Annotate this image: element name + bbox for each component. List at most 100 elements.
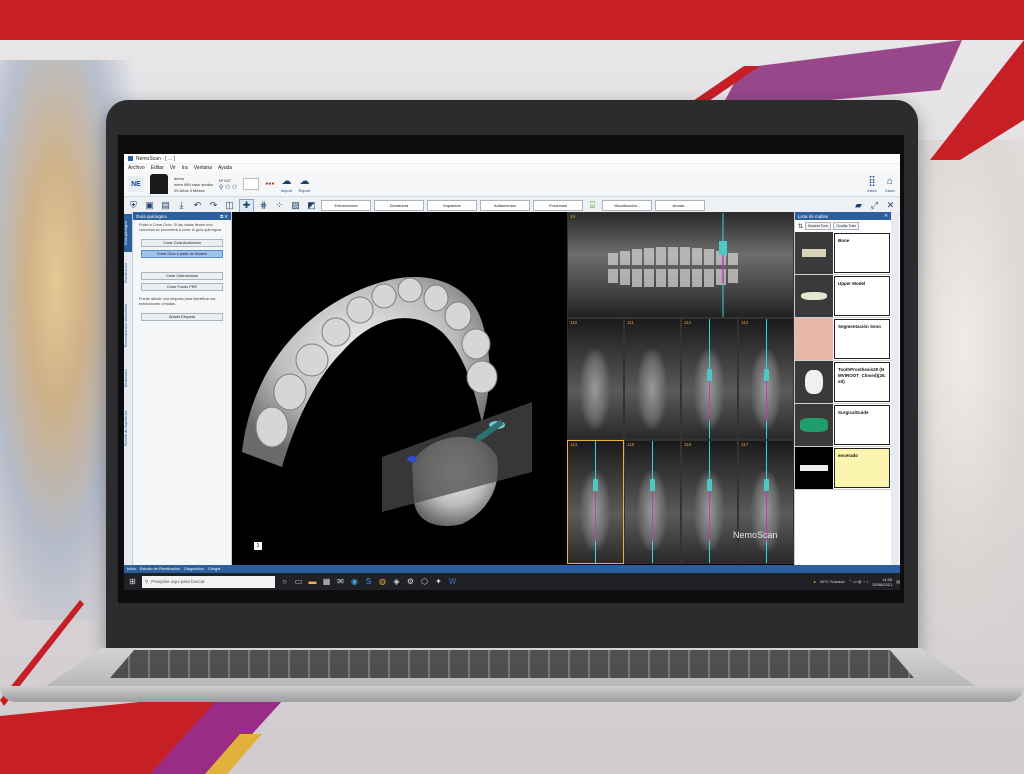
color-dots[interactable]: ●●● bbox=[265, 181, 274, 187]
app-icon-1[interactable]: ◈ bbox=[392, 577, 401, 586]
menu-ventana[interactable]: Ventana bbox=[194, 165, 212, 171]
notification-icon[interactable]: ▤ bbox=[896, 579, 900, 584]
home-button[interactable]: ⌂ Inicio bbox=[884, 176, 896, 193]
vtab-recorte[interactable]: Recorte de Superficies bbox=[124, 400, 132, 456]
crear-fundo-button[interactable]: Crear Fundo PRE bbox=[141, 283, 223, 291]
mesh-list-panel: Lista de mallas ✕ ⇅ Mostrar Todo Ocultar… bbox=[794, 212, 891, 565]
render-icon[interactable]: ◩ bbox=[305, 200, 318, 212]
app-icon-2[interactable]: ⬡ bbox=[420, 577, 429, 586]
panel-dock-icon[interactable]: ⧉ ✕ bbox=[220, 214, 228, 219]
panoramic-teeth bbox=[608, 213, 738, 317]
mesh-item-segmentacion[interactable]: Segmentación Seno bbox=[795, 318, 891, 361]
ribbon: NE demo mem 989 caso similar 29 Años 3 M… bbox=[124, 172, 900, 197]
crosshair-icon[interactable]: ✚ bbox=[239, 198, 254, 213]
vtab-guia[interactable]: Guía quirúrgica bbox=[124, 214, 132, 252]
undo-icon[interactable]: ↶ bbox=[191, 200, 204, 212]
mesh-label: Bone bbox=[834, 233, 890, 273]
bottom-tab-estudio[interactable]: Estudio de Planificación bbox=[140, 567, 180, 571]
show-all-button[interactable]: Mostrar Todo bbox=[805, 222, 832, 230]
export-button[interactable]: ☁ Export bbox=[298, 176, 311, 193]
mail-icon[interactable]: ✉ bbox=[336, 577, 345, 586]
slice-110[interactable]: 110 bbox=[567, 318, 624, 440]
import-button[interactable]: ☁ Import bbox=[280, 176, 292, 193]
app-icon-3[interactable]: ✦ bbox=[434, 577, 443, 586]
workflow-extracciones[interactable]: Extracciones bbox=[321, 200, 371, 211]
tray-icons[interactable]: ⌃ ▭ ◍ ◔ ♪ bbox=[849, 579, 868, 584]
slice-bone bbox=[637, 349, 667, 429]
slice-114[interactable]: 114 bbox=[567, 440, 624, 564]
hide-all-button[interactable]: Ocultar Todo bbox=[833, 222, 860, 230]
store-icon[interactable]: ▦ bbox=[322, 577, 331, 586]
chrome-icon[interactable]: ◍ bbox=[378, 577, 387, 586]
mesh-item-tooth-prosthesis[interactable]: ToothProsthesis29 (NMVIROOT_Closed)(26.s… bbox=[795, 361, 891, 404]
mesh-item-upper-model[interactable]: Upper Model bbox=[795, 275, 891, 318]
image-icon[interactable]: ▨ bbox=[289, 200, 302, 212]
basket-icon[interactable]: ⌺ bbox=[586, 200, 599, 212]
file-explorer-icon[interactable]: ▬ bbox=[308, 577, 317, 586]
export-image-icon[interactable]: ⤓ bbox=[175, 200, 188, 212]
slice-111[interactable]: 111 bbox=[624, 318, 681, 440]
points-icon[interactable]: ⁘ bbox=[273, 200, 286, 212]
implant-body bbox=[764, 369, 769, 381]
slice-112[interactable]: 112 bbox=[681, 318, 738, 440]
workflow-dentadura[interactable]: Dentadura bbox=[374, 200, 424, 211]
grid-menu-button[interactable]: ⣿ Inicio bbox=[866, 176, 878, 193]
panoramic-view[interactable]: 19 bbox=[567, 212, 794, 318]
visualizacion-button[interactable]: Visualización... bbox=[602, 200, 652, 211]
workflow-implantes[interactable]: Implantes bbox=[427, 200, 477, 211]
3d-viewport[interactable]: 1 bbox=[232, 212, 567, 565]
layout-icon[interactable]: ▤ bbox=[159, 200, 172, 212]
implant-body bbox=[707, 479, 712, 491]
sort-icon[interactable]: ⇅ bbox=[798, 223, 803, 230]
panel-icon[interactable]: ◫ bbox=[223, 200, 236, 212]
patient-id-block: Nº 637 ⚲ ⚇ ⚇ bbox=[219, 178, 238, 191]
crear-guia-modelo-button[interactable]: Crear Guía a partir de Modelo bbox=[141, 250, 223, 258]
panel-header: Guía quirúrgica ⧉ ✕ bbox=[133, 212, 231, 220]
patient-tools-icons[interactable]: ⚲ ⚇ ⚇ bbox=[219, 184, 238, 191]
redo-icon[interactable]: ↷ bbox=[207, 200, 220, 212]
slice-113[interactable]: 113 bbox=[738, 318, 794, 440]
expand-icon[interactable]: ⤢ bbox=[868, 200, 881, 212]
grid-tool-icon[interactable]: ⋕ bbox=[257, 200, 270, 212]
windows-start-icon[interactable]: ⊞ bbox=[128, 577, 137, 586]
vtab-reconstruccion[interactable]: Reconstrucción Volumétrica bbox=[124, 294, 132, 356]
clock[interactable]: 14:06 25/06/2021 bbox=[872, 577, 892, 587]
swatch-box[interactable] bbox=[243, 178, 260, 190]
mesh-item-bone[interactable]: Bone bbox=[795, 232, 891, 275]
vtab-mediciones[interactable]: Mediciones bbox=[124, 358, 132, 398]
bottom-tab-inicio[interactable]: Inicio bbox=[127, 567, 136, 571]
skype-icon[interactable]: S bbox=[364, 577, 373, 586]
slice-115[interactable]: 115 bbox=[624, 440, 681, 564]
edge-icon[interactable]: ◉ bbox=[350, 577, 359, 586]
menu-ir[interactable]: Ira bbox=[182, 165, 188, 171]
menu-ayuda[interactable]: Ayuda bbox=[218, 165, 232, 171]
tooth-icon[interactable]: ⛨ bbox=[127, 200, 140, 212]
vtab-planificacion[interactable]: Planificación bbox=[124, 254, 132, 292]
crear-guia-anatomica-button[interactable]: Crear Guía Anatómica bbox=[141, 239, 223, 247]
slice-117[interactable]: 117 bbox=[738, 440, 794, 564]
task-view-icon[interactable]: ▭ bbox=[294, 577, 303, 586]
bottom-tab-diagnostico[interactable]: Diagnóstico bbox=[184, 567, 204, 571]
close-icon[interactable]: ✕ bbox=[884, 200, 897, 212]
cortana-icon[interactable]: ○ bbox=[280, 577, 289, 586]
save-icon[interactable]: ▣ bbox=[143, 200, 156, 212]
slice-116[interactable]: 116 bbox=[681, 440, 738, 564]
menu-ver[interactable]: Vir bbox=[170, 165, 176, 171]
settings-icon[interactable]: ⚙ bbox=[406, 577, 415, 586]
crear-osteotomias-button[interactable]: Crear Osteotomías bbox=[141, 272, 223, 280]
anotar-button[interactable]: Anotar... bbox=[655, 200, 705, 211]
menu-editar[interactable]: Editar bbox=[151, 165, 164, 171]
mesh-panel-close-icon[interactable]: ✕ bbox=[884, 213, 888, 219]
word-icon[interactable]: W bbox=[448, 577, 457, 586]
bottom-tab-cirugia[interactable]: Cirugía bbox=[208, 567, 220, 571]
workflow-productos[interactable]: Productos bbox=[533, 200, 583, 211]
add-label-button[interactable]: Añadir Etiqueta bbox=[141, 313, 223, 321]
mesh-item-surgical-guide[interactable]: SurgicalGuide bbox=[795, 404, 891, 447]
menu-archivo[interactable]: Archivo bbox=[128, 165, 145, 171]
implant-depth bbox=[595, 491, 596, 541]
mesh-item-encerado[interactable]: encerado bbox=[795, 447, 891, 490]
taskbar-search[interactable]: ⚲ Pesquise aqui para buscar bbox=[142, 575, 275, 588]
workflow-aditamentos[interactable]: Aditamentos bbox=[480, 200, 530, 211]
eraser-icon[interactable]: ▰ bbox=[852, 200, 865, 212]
system-tray: ● 26°C Soleado ⌃ ▭ ◍ ◔ ♪ 14:06 25/06/202… bbox=[814, 577, 900, 587]
